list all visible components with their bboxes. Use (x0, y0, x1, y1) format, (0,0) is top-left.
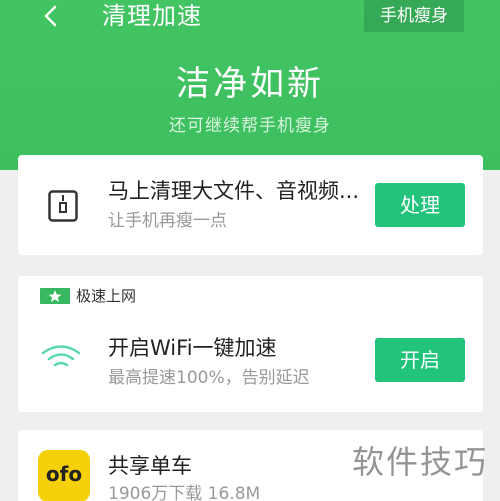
big-files-subtitle: 让手机再瘦一点 (108, 211, 227, 231)
speed-tag-label: 极速上网 (76, 287, 137, 305)
watermark: 软件技巧 (352, 443, 489, 481)
wifi-subtitle: 最高提速100%，告别延迟 (108, 368, 310, 388)
chevron-left-icon (44, 5, 57, 27)
hero-title: 洁净如新 (176, 64, 324, 104)
hero-subtitle: 还可继续帮手机瘦身 (169, 116, 331, 136)
phone-slim-button[interactable]: 手机瘦身 (364, 0, 464, 32)
wifi-card[interactable]: 极速上网 开启WiFi一键加速 最高提速100%，告别延迟 开启 (18, 276, 483, 412)
process-button[interactable]: 处理 (375, 183, 465, 227)
wifi-icon (41, 345, 81, 367)
enable-button[interactable]: 开启 (375, 338, 465, 382)
wifi-title: 开启WiFi一键加速 (108, 336, 277, 360)
star-icon (40, 288, 70, 304)
ofo-logo-text: ofo (45, 462, 83, 486)
ofo-subtitle: 1906万下载 16.8M (108, 484, 261, 501)
page-title: 清理加速 (102, 2, 202, 30)
ofo-title: 共享单车 (108, 454, 192, 478)
header: 清理加速 手机瘦身 洁净如新 还可继续帮手机瘦身 (0, 0, 500, 170)
big-files-title: 马上清理大文件、音视频... (108, 179, 360, 203)
file-icon (48, 190, 78, 222)
ofo-app-icon: ofo (38, 450, 90, 501)
back-button[interactable] (38, 2, 66, 30)
big-files-card[interactable]: 马上清理大文件、音视频... 让手机再瘦一点 处理 (18, 155, 483, 255)
